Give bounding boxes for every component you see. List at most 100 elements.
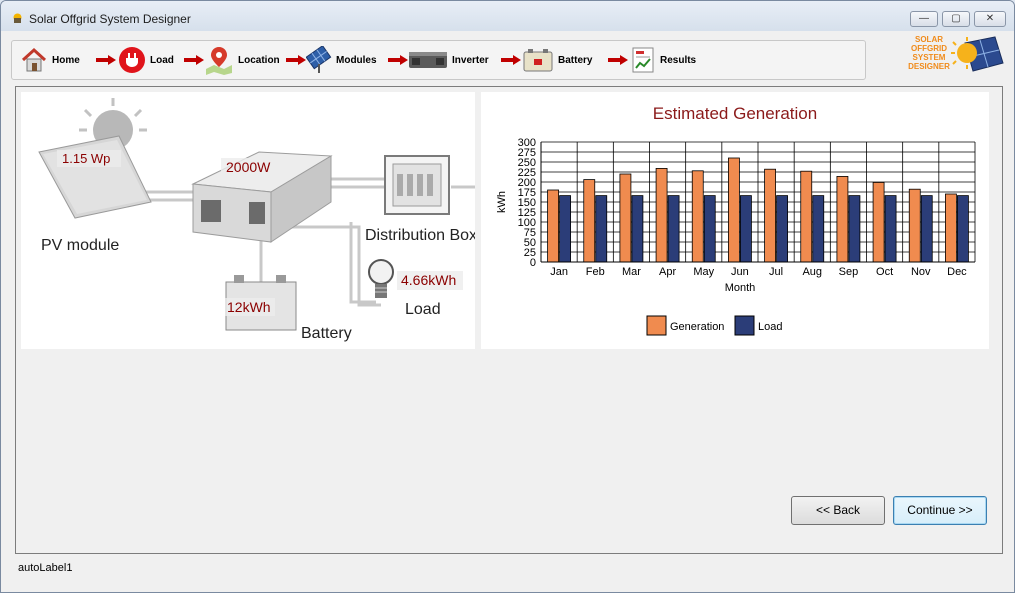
bar-generation-jan	[547, 189, 559, 263]
battery-value: 12kWh	[227, 299, 271, 315]
bar-generation-jun	[728, 157, 740, 263]
arrow-right-icon	[608, 55, 628, 65]
bar-load-jun	[740, 195, 752, 263]
nav-modules[interactable]: Modules	[306, 45, 377, 75]
x-tick-label: Nov	[911, 266, 931, 278]
bar-load-aug	[812, 195, 825, 263]
app-logo: SOLAR OFFGRID SYSTEM DESIGNER	[908, 35, 1004, 72]
bar-load-feb	[595, 195, 608, 263]
pv-value: 1.15 Wp	[62, 151, 110, 166]
generation-chart: Estimated Generation 0 25 50 75 100 125 150 175…	[481, 92, 989, 349]
pv-label: PV module	[41, 237, 119, 254]
nav-load[interactable]: Load	[118, 45, 174, 75]
bulb-icon	[368, 259, 394, 298]
legend-label: Load	[758, 321, 782, 333]
status-label: autoLabel1	[18, 562, 73, 574]
bar-generation-nov	[908, 188, 921, 263]
wizard-toolbar: Home Load Location Modules Inverter Batt…	[11, 40, 866, 80]
nav-home-label: Home	[52, 54, 80, 66]
y-tick-label: 300	[518, 137, 536, 149]
close-button[interactable]: ✕	[974, 11, 1006, 27]
nav-location-label: Location	[238, 54, 280, 66]
x-tick-label: Feb	[586, 266, 605, 278]
nav-home[interactable]: Home	[20, 45, 80, 75]
map-pin-icon	[206, 47, 232, 75]
x-tick-label: Apr	[659, 266, 676, 278]
legend-swatch	[734, 315, 755, 336]
bar-load-apr	[667, 195, 680, 263]
bar-generation-oct	[872, 182, 885, 263]
arrow-right-icon	[388, 55, 408, 65]
bar-load-may	[703, 195, 716, 263]
app-icon	[13, 13, 22, 23]
nav-battery-label: Battery	[558, 54, 593, 66]
svg-text:SOLAR: SOLAR	[915, 35, 943, 44]
system-diagram: 1.15 Wp PV module 2000W Distribution Box…	[21, 92, 477, 349]
plug-icon	[119, 47, 145, 73]
load-label: Load	[405, 301, 441, 318]
nav-inverter-label: Inverter	[452, 54, 489, 66]
bar-generation-feb	[583, 179, 596, 263]
x-tick-label: Oct	[876, 266, 893, 278]
maximize-button[interactable]: ▢	[942, 11, 970, 27]
load-value: 4.66kWh	[401, 272, 456, 288]
minimize-button[interactable]: —	[910, 11, 938, 27]
bar-generation-aug	[800, 170, 813, 263]
bar-load-jul	[776, 195, 788, 263]
y-axis-label: kWh	[496, 191, 508, 213]
x-tick-label: Jan	[550, 266, 568, 278]
title-bar: Solar Offgrid System Designer — ▢ ✕	[1, 1, 1014, 31]
pv-module-graphic	[38, 135, 152, 219]
x-tick-label: May	[693, 266, 714, 278]
nav-location[interactable]: Location	[204, 45, 280, 75]
solar-panel-icon	[306, 46, 332, 73]
client-area: Home Load Location Modules Inverter Batt…	[7, 33, 1008, 586]
bar-load-dec	[957, 195, 969, 263]
bar-generation-sep	[836, 176, 849, 263]
arrow-right-icon	[184, 55, 204, 65]
bar-generation-apr	[655, 168, 668, 263]
legend-swatch	[646, 315, 667, 336]
chart-legend: Generation Load	[646, 315, 782, 336]
x-tick-label: Mar	[622, 266, 641, 278]
battery-label: Battery	[301, 325, 352, 342]
home-icon	[21, 47, 47, 72]
system-diagram-drawing: 1.15 Wp PV module 2000W Distribution Box…	[38, 98, 477, 342]
main-panel: 1.15 Wp PV module 2000W Distribution Box…	[15, 86, 1003, 554]
back-button[interactable]: << Back	[791, 496, 885, 525]
legend-label: Generation	[670, 321, 724, 333]
inverter-value: 2000W	[226, 159, 271, 175]
nav-results[interactable]: Results	[630, 45, 696, 75]
x-tick-label: Sep	[839, 266, 859, 278]
nav-inverter[interactable]: Inverter	[408, 45, 489, 75]
bar-generation-dec	[945, 193, 957, 263]
x-tick-label: Aug	[802, 266, 822, 278]
bar-generation-mar	[619, 173, 632, 263]
distribution-box-graphic	[384, 155, 450, 215]
generation-chart-svg: Estimated Generation 0255075100125150175…	[496, 104, 976, 336]
x-axis-label: Month	[725, 282, 756, 294]
nav-results-label: Results	[660, 54, 697, 66]
results-icon	[632, 47, 654, 73]
nav-load-label: Load	[150, 54, 174, 66]
app-window: Solar Offgrid System Designer — ▢ ✕ Home…	[0, 0, 1015, 593]
bar-load-sep	[848, 195, 861, 263]
nav-battery[interactable]: Battery	[522, 45, 592, 75]
bar-load-jan	[559, 195, 571, 263]
continue-button[interactable]: Continue >>	[893, 496, 987, 525]
x-tick-label: Dec	[947, 266, 967, 278]
bar-generation-may	[691, 170, 704, 263]
arrow-right-icon	[286, 55, 306, 65]
bar-load-nov	[920, 195, 933, 263]
arrow-right-icon	[501, 55, 521, 65]
battery-icon	[523, 49, 553, 72]
bar-load-mar	[631, 195, 644, 263]
arrow-right-icon	[96, 55, 116, 65]
nav-modules-label: Modules	[336, 54, 377, 66]
chart-title: Estimated Generation	[653, 104, 817, 123]
inverter-icon	[409, 52, 447, 68]
svg-text:SYSTEM: SYSTEM	[913, 53, 946, 62]
x-tick-label: Jul	[769, 266, 783, 278]
svg-text:OFFGRID: OFFGRID	[911, 44, 947, 53]
bar-load-oct	[884, 195, 897, 263]
